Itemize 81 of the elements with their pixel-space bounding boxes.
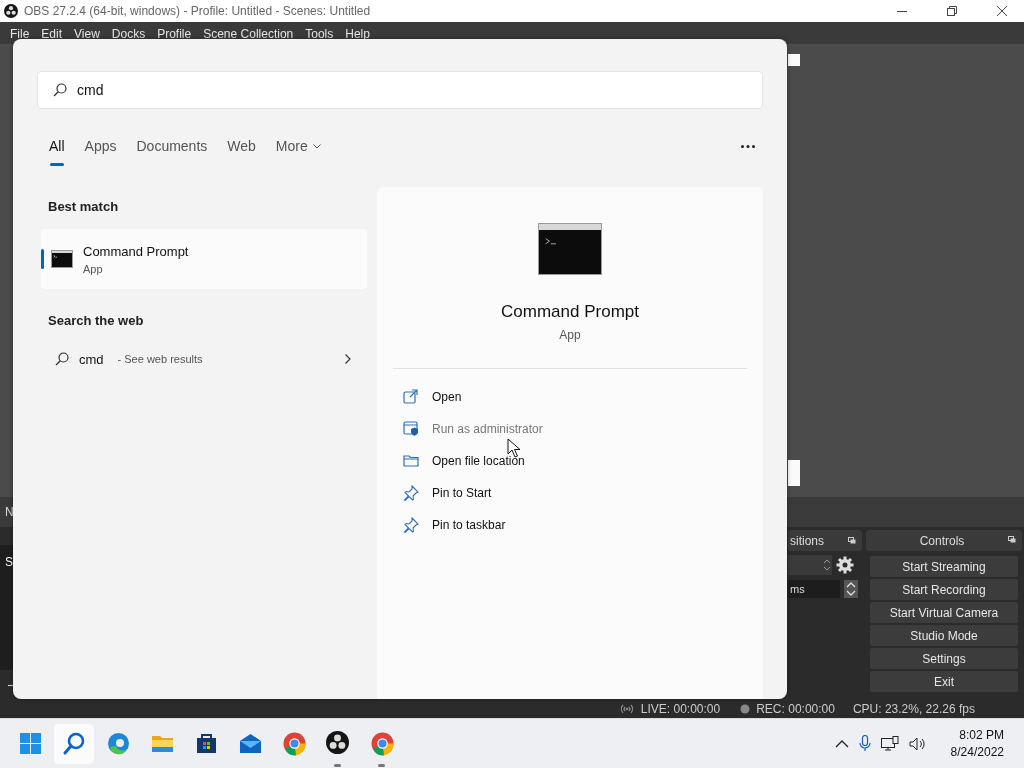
pin-icon xyxy=(403,485,419,501)
menu-item[interactable]: Scene Collection xyxy=(197,22,300,41)
action-item[interactable]: Pin to Start xyxy=(403,477,763,509)
context-bar-text: N xyxy=(5,505,14,519)
web-result[interactable]: cmd - See web results xyxy=(41,343,367,375)
float-icon[interactable] xyxy=(848,537,856,544)
filter-tab[interactable]: More xyxy=(275,131,321,161)
menu-item[interactable]: Profile xyxy=(151,22,198,41)
result-name: Command Prompt xyxy=(83,243,189,259)
app-name: Command Prompt xyxy=(501,302,639,322)
filter-tab[interactable]: All xyxy=(49,131,65,161)
control-button[interactable]: Studio Mode xyxy=(870,625,1018,646)
action-item[interactable]: Pin to taskbar xyxy=(403,509,763,541)
speaker-icon[interactable] xyxy=(908,736,927,751)
cursor-icon xyxy=(507,438,520,458)
action-item[interactable]: Open file location xyxy=(403,445,763,477)
windows-logo-icon xyxy=(17,731,43,756)
menu-item[interactable]: Help xyxy=(339,22,376,41)
app-logo-icon xyxy=(4,4,18,18)
terminal-icon xyxy=(538,223,602,275)
control-button[interactable]: Start Virtual Camera xyxy=(870,602,1018,623)
search-icon xyxy=(61,731,87,756)
menu-item[interactable]: Edit xyxy=(35,22,69,41)
search-box[interactable]: cmd xyxy=(37,71,763,109)
cpu-usage: CPU: 23.2%, 22.26 fps xyxy=(852,702,975,716)
chevron-up-icon[interactable] xyxy=(834,739,849,748)
section-heading: Search the web xyxy=(47,311,145,330)
dock-title: sitions xyxy=(790,533,825,548)
float-icon[interactable] xyxy=(1008,536,1016,543)
search-result[interactable]: Command Prompt App xyxy=(41,229,367,289)
pin-icon xyxy=(403,517,419,533)
shield-window-icon xyxy=(403,421,419,437)
close-button[interactable] xyxy=(997,6,1007,16)
menu-item[interactable]: Tools xyxy=(299,22,340,41)
browser-icon xyxy=(105,731,131,756)
app-type: App xyxy=(559,328,581,342)
record-timer: REC: 00:00:00 xyxy=(756,702,835,716)
search-input[interactable]: cmd xyxy=(77,82,737,98)
filter-tab[interactable]: Apps xyxy=(84,131,117,161)
web-query: cmd xyxy=(79,351,104,367)
menu-item[interactable]: File xyxy=(4,22,36,41)
window-title: OBS 27.2.4 (64-bit, windows) - Profile: Untitled - Scenes: Untitled xyxy=(24,4,372,18)
stepper-icon[interactable] xyxy=(844,580,858,598)
terminal-icon xyxy=(51,250,73,268)
live-timer: LIVE: 00:00:00 xyxy=(640,702,721,716)
app-logo-icon xyxy=(325,731,351,756)
dock-title: Controls xyxy=(919,533,965,548)
section-heading: Best match xyxy=(47,197,120,216)
envelope-icon xyxy=(237,731,263,756)
control-button[interactable]: Start Streaming xyxy=(870,556,1018,577)
search-icon xyxy=(53,83,67,97)
broadcast-icon xyxy=(618,703,635,715)
search-icon xyxy=(55,352,69,366)
folder-icon xyxy=(403,453,419,469)
action-item[interactable]: Open xyxy=(403,381,763,413)
clock-time[interactable]: 8:02 PM xyxy=(959,728,1004,742)
filter-tab[interactable]: Web xyxy=(227,131,256,161)
control-button[interactable]: Start Recording xyxy=(870,579,1018,600)
duration-field[interactable]: ms xyxy=(788,580,840,598)
open-external-icon xyxy=(403,389,419,405)
result-type: App xyxy=(83,262,104,275)
chevron-right-icon xyxy=(345,354,351,364)
more-options-icon[interactable] xyxy=(741,144,755,148)
spinner-arrows-icon xyxy=(822,558,832,572)
control-button[interactable]: Settings xyxy=(870,648,1018,669)
settings-icon[interactable] xyxy=(836,556,854,574)
selection-bar xyxy=(41,249,44,269)
restore-button[interactable] xyxy=(947,6,957,16)
microphone-icon[interactable] xyxy=(858,735,871,752)
browser-icon xyxy=(281,731,307,756)
menu-item[interactable]: Docks xyxy=(105,22,152,41)
network-icon[interactable] xyxy=(880,735,899,752)
selection-underline xyxy=(49,163,64,166)
scene-item[interactable]: S xyxy=(5,555,13,569)
record-dot-icon xyxy=(740,704,751,714)
filter-tab[interactable]: Documents xyxy=(136,131,208,161)
clock-date[interactable]: 8/24/2022 xyxy=(950,745,1004,759)
web-hint: - See web results xyxy=(117,353,204,365)
browser-icon xyxy=(369,731,395,756)
menu-item[interactable]: View xyxy=(68,22,106,41)
control-button[interactable]: Exit xyxy=(870,671,1018,692)
